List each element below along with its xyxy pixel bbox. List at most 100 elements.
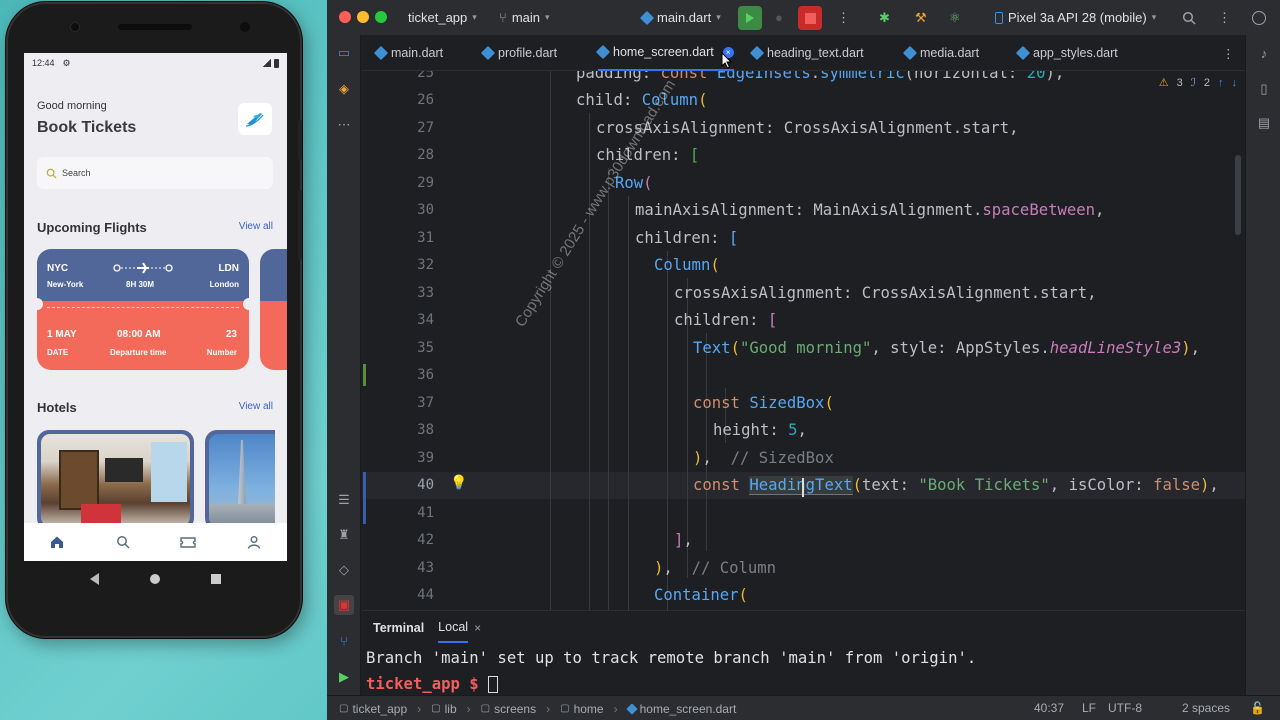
project-selector[interactable]: ticket_app ▾ [408, 0, 477, 35]
terminal-tool-icon[interactable]: ▣ [334, 595, 354, 615]
device-manager-icon[interactable]: ▯ [1254, 79, 1274, 99]
settings-button[interactable]: ⋮ [1218, 0, 1231, 35]
ticket-nav-icon[interactable] [180, 534, 197, 550]
line-number: 34 [417, 312, 434, 328]
ticket-bottom: 1 MAY DATE 08:00 AM Departure time 23 Nu… [37, 301, 249, 370]
code-line-35: Text("Good morning", style: AppStyles.he… [693, 339, 1200, 357]
breadcrumb-home[interactable]: home [574, 702, 604, 716]
run-config-selector[interactable]: main.dart ▾ [639, 0, 721, 35]
editor-scrollbar[interactable] [1235, 155, 1241, 235]
hotel-card-next[interactable] [205, 430, 275, 530]
tab-options-button[interactable]: ⋮ [1222, 35, 1235, 71]
run-tool-icon[interactable]: ♜ [334, 525, 354, 545]
line-number: 42 [417, 532, 434, 548]
project-name: ticket_app [408, 10, 468, 25]
stop-icon [804, 12, 816, 24]
settings-icon: ⚙ [62, 57, 71, 68]
branch-selector[interactable]: ⑂ main ▾ [499, 0, 550, 35]
tab-app-styles-dart[interactable]: app_styles.dart [1015, 35, 1118, 71]
lightbulb-icon[interactable]: 💡 [450, 474, 467, 491]
run-play-tool-icon[interactable]: ▶ [334, 667, 354, 687]
terminal-tabs: Terminal Local × [362, 611, 1245, 645]
running-devices-icon[interactable]: ▤ [1254, 113, 1274, 133]
more-vertical-icon: ⋮ [837, 9, 850, 25]
search-icon [1182, 11, 1196, 25]
close-terminal-tab-icon[interactable]: × [474, 621, 481, 635]
tab-profile-dart[interactable]: profile.dart [480, 35, 558, 71]
tab-local[interactable]: Local [438, 613, 469, 643]
services-tool-icon[interactable]: ◇ [334, 560, 354, 580]
line-separator[interactable]: LF [1082, 701, 1096, 715]
close-window-button[interactable] [339, 11, 351, 23]
flight-duration: 8H 30M [126, 280, 155, 289]
indent-setting[interactable]: 2 spaces [1182, 701, 1230, 715]
commit-tool-icon[interactable]: ◈ [334, 79, 354, 99]
recents-icon[interactable] [211, 574, 222, 584]
line-number: 36 [417, 367, 434, 383]
weak-warning-icon: ℐ [1190, 77, 1196, 89]
tab-main-dart[interactable]: main.dart [373, 35, 443, 71]
flutter-inspector-button[interactable]: ⚛ [949, 0, 961, 35]
back-icon[interactable] [89, 573, 99, 585]
tab-heading-text-dart[interactable]: heading_text.dart [749, 35, 864, 71]
maximize-window-button[interactable] [375, 11, 387, 23]
debug-button[interactable]: ● [775, 0, 783, 35]
hotel-card[interactable] [37, 430, 194, 530]
tab-home-screen-dart[interactable]: home_screen.dart × [595, 35, 734, 71]
more-actions-button[interactable]: ⋮ [837, 0, 850, 35]
stop-button[interactable] [798, 6, 822, 30]
ticket-card-next[interactable] [260, 249, 287, 370]
home-nav-icon[interactable] [49, 534, 65, 550]
terminal-panel[interactable]: Terminal Local × Branch 'main' set up to… [362, 610, 1245, 695]
plane-logo-icon [245, 113, 264, 127]
ticket-top: NYC New-York 8H 30M LDN London [37, 249, 249, 301]
account-button[interactable] [1252, 0, 1266, 35]
search-everywhere-button[interactable] [1182, 0, 1196, 35]
next-highlight-icon[interactable]: ↓ [1232, 77, 1238, 89]
flights-view-all-link[interactable]: View all [239, 221, 273, 232]
caret-position[interactable]: 40:37 [1034, 701, 1064, 715]
dart-file-icon [595, 44, 611, 60]
line-number: 31 [417, 230, 434, 246]
change-marker-modified [363, 472, 366, 524]
ticket-card[interactable]: NYC New-York 8H 30M LDN London 1 MAY DAT… [37, 249, 249, 370]
dart-file-icon [749, 45, 765, 61]
hammer-icon: ⚒ [915, 9, 927, 25]
hotels-view-all-link[interactable]: View all [239, 401, 273, 412]
minimize-window-button[interactable] [357, 11, 369, 23]
to-name: London [209, 280, 239, 289]
run-button[interactable] [738, 6, 762, 30]
tab-media-dart[interactable]: media.dart [902, 35, 979, 71]
indent-guide [589, 113, 590, 610]
home-circle-icon[interactable] [149, 574, 160, 584]
debug-bug-button[interactable]: ✱ [879, 0, 890, 35]
tab-label: profile.dart [498, 46, 558, 60]
breadcrumb-file[interactable]: home_screen.dart [640, 702, 737, 716]
breadcrumb-lib[interactable]: lib [445, 702, 457, 716]
code-editor[interactable]: 25 26 27 28 29 30 31 32 33 34 35 36 37 3… [362, 71, 1245, 610]
ticket-number: 23 [225, 329, 237, 340]
project-tool-icon[interactable]: ▭ [334, 43, 354, 63]
terminal-prompt-line[interactable]: ticket_app $ [362, 671, 1245, 697]
inspection-widget[interactable]: ⚠ 3 ℐ 2 ↑ ↓ [1159, 76, 1245, 90]
ticket-notch-right [243, 298, 249, 310]
more-vertical-icon: ⋮ [1222, 46, 1235, 61]
breadcrumb-project[interactable]: ticket_app [352, 702, 407, 716]
app-logo [238, 103, 272, 135]
search-bar[interactable]: Search [37, 157, 273, 189]
git-tool-icon[interactable]: ⑂ [334, 631, 354, 651]
file-encoding[interactable]: UTF-8 [1108, 701, 1142, 715]
tab-terminal[interactable]: Terminal [373, 621, 424, 635]
indent-guide [706, 333, 707, 551]
build-button[interactable]: ⚒ [915, 0, 927, 35]
profile-nav-icon[interactable] [246, 534, 262, 550]
device-selector[interactable]: Pixel 3a API 28 (mobile) ▾ [995, 0, 1156, 35]
terminal-prompt: ticket_app $ [366, 675, 489, 693]
breadcrumb-screens[interactable]: screens [494, 702, 536, 716]
previous-highlight-icon[interactable]: ↑ [1218, 77, 1224, 89]
structure-tool-icon[interactable]: ☰ [334, 490, 354, 510]
search-nav-icon[interactable] [115, 534, 131, 550]
lock-icon[interactable]: 🔓 [1250, 701, 1265, 715]
more-tools-icon[interactable]: ⋯ [334, 115, 354, 135]
notifications-icon[interactable]: ♪ [1254, 43, 1274, 63]
